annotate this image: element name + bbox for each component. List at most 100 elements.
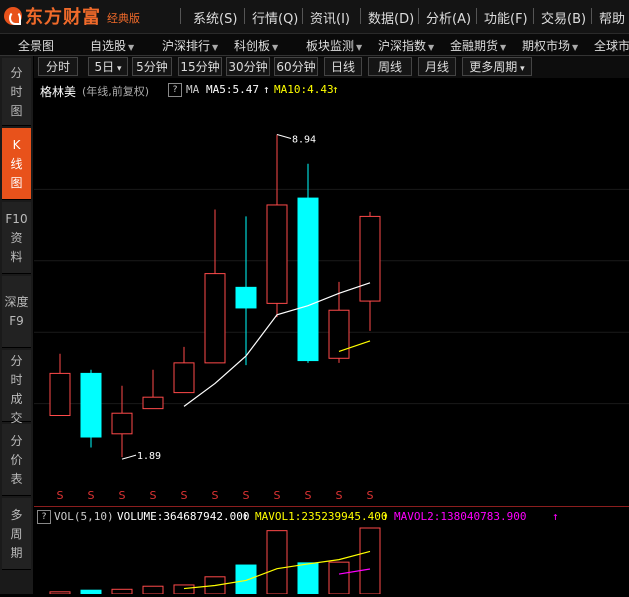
edition-label: 经典版	[107, 12, 140, 25]
app-logo: 东方财富 经典版	[4, 5, 140, 28]
kline-svg: S S S S S S S S S S S 8.94 1.89	[34, 133, 629, 502]
period-button[interactable]: 月线	[418, 57, 456, 76]
nav-item[interactable]: 全球市	[594, 37, 629, 54]
menu-item[interactable]: 行情(Q)	[252, 8, 298, 27]
candle-body	[111, 412, 133, 435]
period-button[interactable]: 15分钟	[178, 57, 222, 76]
candle-body	[142, 396, 164, 410]
help-icon: ?	[37, 510, 51, 524]
menu-separator	[360, 8, 361, 24]
sidebar-tab[interactable]: F10 资料	[2, 202, 31, 274]
sell-signal-marker: S	[367, 489, 374, 502]
sell-signal-marker: S	[119, 489, 126, 502]
candle-body	[266, 204, 288, 304]
menu-separator	[302, 8, 303, 24]
volume-bar	[328, 561, 350, 595]
nav-item[interactable]: 沪深排行 ▼	[162, 37, 218, 54]
sell-signal-marker: S	[88, 489, 95, 502]
sidebar-tab[interactable]: 多周期	[2, 498, 31, 570]
menu-separator	[476, 8, 477, 24]
help-icon: ?	[168, 83, 182, 97]
sidebar-tab[interactable]: 分价表	[2, 424, 31, 496]
nav-item[interactable]: 板块监测 ▼	[306, 37, 362, 54]
chevron-down-icon: ▼	[500, 43, 507, 52]
help-button[interactable]: ?	[168, 82, 186, 97]
candle-body	[80, 372, 102, 438]
candle-body	[235, 286, 257, 309]
mavol2-arrow-icon: ↑	[552, 510, 559, 523]
menu-item[interactable]: 交易(B)	[541, 8, 586, 27]
chevron-down-icon: ▼	[128, 43, 135, 52]
period-button[interactable]: 30分钟	[226, 57, 270, 76]
volume-help-button[interactable]: ?	[37, 509, 55, 524]
sidebar-tab[interactable]: K线图	[2, 128, 31, 200]
sell-signal-marker: S	[150, 489, 157, 502]
high-price-label: 8.94	[292, 134, 316, 145]
mavol2-value: MAVOL2:138040783.900	[394, 510, 527, 523]
volume-bar	[235, 564, 257, 595]
period-button[interactable]: 分时	[38, 57, 78, 76]
period-description: (年线,前复权)	[82, 85, 150, 98]
period-button[interactable]: 5日 ▾	[88, 57, 128, 76]
candle-body	[204, 273, 226, 364]
volume-chart[interactable]	[34, 526, 629, 595]
candle-body	[359, 215, 381, 302]
sell-signal-marker: S	[57, 489, 64, 502]
chart-info-bar: 格林美 (年线,前复权) ? MA MA5:5.47 ↑ MA10:4.43 ↑	[34, 80, 629, 100]
chevron-down-icon: ▾	[114, 64, 122, 74]
sell-signal-marker: S	[243, 489, 250, 502]
menu-item[interactable]: 分析(A)	[426, 8, 471, 27]
mavol1-arrow-icon: ↑	[382, 510, 389, 523]
volume-value: VOLUME:364687942.000	[117, 510, 250, 523]
menu-item[interactable]: 数据(D)	[368, 8, 414, 27]
sell-signal-marker: S	[274, 489, 281, 502]
volume-bar	[173, 584, 195, 595]
mavol1-value: MAVOL1:235239945.400	[255, 510, 388, 523]
sell-signal-marker: S	[305, 489, 312, 502]
volume-bar	[266, 530, 288, 595]
volume-bar	[142, 585, 164, 595]
chevron-down-icon: ▼	[212, 43, 219, 52]
volume-bar	[297, 562, 319, 595]
nav-item[interactable]: 期权市场 ▼	[522, 37, 578, 54]
ma-label: MA	[186, 83, 200, 96]
sidebar-tab[interactable]: 深度 F9	[2, 276, 31, 348]
menu-separator	[418, 8, 419, 24]
chevron-down-icon: ▼	[572, 43, 579, 52]
candle-body	[297, 197, 319, 362]
sell-signal-marker: S	[181, 489, 188, 502]
menu-item[interactable]: 帮助	[599, 8, 625, 27]
kline-chart[interactable]: S S S S S S S S S S S 8.94 1.89	[34, 100, 629, 505]
menu-item[interactable]: 系统(S)	[193, 8, 237, 27]
period-button[interactable]: 更多周期 ▾	[462, 57, 532, 76]
chevron-down-icon: ▼	[356, 43, 363, 52]
logo-text: 东方财富	[25, 7, 101, 28]
period-button[interactable]: 60分钟	[274, 57, 318, 76]
period-button[interactable]: 周线	[368, 57, 412, 76]
sidebar-tab[interactable]: 分时成交	[2, 350, 31, 425]
volume-info-bar: ? VOL(5,10) VOLUME:364687942.000 ↑ MAVOL…	[34, 506, 629, 527]
menu-separator	[244, 8, 245, 24]
menu-item[interactable]: 功能(F)	[484, 8, 528, 27]
nav-item[interactable]: 科创板 ▼	[234, 37, 278, 54]
volume-svg	[49, 527, 381, 595]
candle-body	[49, 372, 71, 416]
menu-separator	[591, 8, 592, 24]
period-toolbar: 分时 5日 ▾ 5分钟 15分钟 30分钟 60分钟 日线 周线 月线 更多周期 ▾	[34, 56, 629, 78]
volume-arrow-icon: ↑	[242, 510, 249, 523]
nav-item[interactable]: 自选股 ▼	[90, 37, 134, 54]
stock-name[interactable]: 格林美	[40, 83, 76, 100]
nav-item[interactable]: 全景图	[18, 37, 54, 54]
sidebar-tab[interactable]: 分时图	[2, 58, 31, 126]
candle-body	[173, 362, 195, 394]
low-price-label: 1.89	[137, 451, 161, 462]
volume-bar	[80, 589, 102, 595]
menu-item[interactable]: 资讯(I)	[310, 8, 350, 27]
period-button[interactable]: 日线	[324, 57, 362, 76]
nav-item[interactable]: 沪深指数 ▼	[378, 37, 434, 54]
ma5-value: MA5:5.47	[206, 83, 259, 96]
chevron-down-icon: ▾	[517, 64, 525, 74]
period-button[interactable]: 5分钟	[132, 57, 172, 76]
nav-item[interactable]: 金融期货 ▼	[450, 37, 506, 54]
ma5-arrow-icon: ↑	[263, 83, 270, 96]
